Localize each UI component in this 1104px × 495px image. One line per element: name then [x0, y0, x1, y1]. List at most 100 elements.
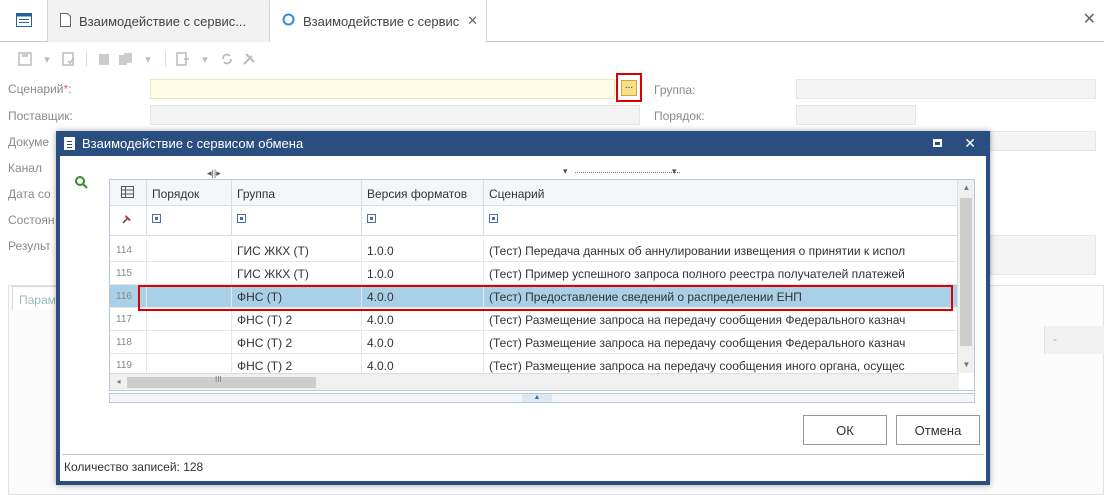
- scenario-grid: Порядок Группа Версия форматов Сценарий …: [109, 179, 975, 391]
- column-header-group[interactable]: Группа: [232, 180, 362, 205]
- filter-scenario[interactable]: [484, 206, 959, 235]
- version-cell: 4.0.0: [362, 308, 484, 331]
- dropdown-arrow-icon[interactable]: ▾: [38, 50, 56, 68]
- column-drag-line: [575, 172, 680, 173]
- scenario-field[interactable]: [150, 79, 615, 99]
- order-cell: [147, 285, 232, 308]
- scenario-cell: (Тест) Размещение запроса на передачу со…: [489, 313, 906, 327]
- table-row[interactable]: 114 ГИС ЖКХ (Т) 1.0.0 (Тест) Передача данны…: [110, 239, 959, 262]
- group-label: Группа:: [654, 83, 696, 97]
- save-close-icon[interactable]: [60, 50, 78, 68]
- order-field[interactable]: [796, 105, 916, 125]
- grid-collapse-bar: ▲: [109, 393, 975, 403]
- group-cell: ФНС (Т) 2: [232, 308, 362, 331]
- scenario-select-button[interactable]: ...: [621, 79, 637, 96]
- result-field[interactable]: [990, 235, 1096, 275]
- tab-interaction-2[interactable]: Взаимодействие с сервис ✕: [270, 0, 487, 43]
- document-field[interactable]: [990, 131, 1096, 151]
- close-tab-icon[interactable]: ✕: [467, 13, 478, 29]
- row-number-cell: 116: [110, 285, 147, 308]
- tools-icon[interactable]: [240, 50, 258, 68]
- maximize-icon[interactable]: [933, 139, 942, 147]
- table-row[interactable]: 116 ФНС (Т) 4.0.0 (Тест) Предоставление све…: [110, 285, 959, 308]
- channel-label: Канал: [8, 161, 42, 175]
- scenario-cell: (Тест) Пример успешного запроса полного …: [489, 267, 905, 281]
- filter-checkbox[interactable]: [152, 214, 161, 223]
- column-drag-marker: ▾: [672, 166, 676, 176]
- clear-filter-icon[interactable]: [110, 206, 147, 235]
- dropdown-arrow-icon[interactable]: ▾: [196, 50, 214, 68]
- tab-label: Взаимодействие с сервис: [303, 13, 460, 29]
- order-label: Порядок:: [654, 109, 705, 123]
- version-cell: 1.0.0: [362, 262, 484, 285]
- group-cell: ФНС (Т) 2: [232, 331, 362, 354]
- scroll-down-icon[interactable]: ▼: [958, 357, 974, 373]
- filter-checkbox[interactable]: [237, 214, 246, 223]
- date-label: Дата со: [8, 187, 51, 201]
- dialog-list-icon: [64, 137, 75, 150]
- group-field[interactable]: [796, 79, 1096, 99]
- column-header-order[interactable]: Порядок: [147, 180, 232, 205]
- table-row[interactable]: 117 ФНС (Т) 2 4.0.0 (Тест) Размещение запро…: [110, 308, 959, 331]
- filter-order[interactable]: [147, 206, 232, 235]
- column-drag-marker: ▾: [563, 166, 567, 176]
- supplier-field[interactable]: [150, 105, 640, 125]
- dialog-close-icon[interactable]: ✕: [964, 135, 976, 152]
- scroll-left-icon[interactable]: ◂: [110, 374, 127, 390]
- order-cell: [147, 262, 232, 285]
- cancel-button[interactable]: Отмена: [896, 415, 980, 445]
- column-header-version[interactable]: Версия форматов: [362, 180, 484, 205]
- column-chooser-icon[interactable]: [110, 180, 147, 205]
- scroll-up-icon[interactable]: ▲: [958, 180, 974, 196]
- search-refresh-icon[interactable]: [74, 175, 88, 192]
- order-cell: [147, 331, 232, 354]
- close-window-icon[interactable]: ✕: [1083, 9, 1096, 29]
- scenario-cell: (Тест) Размещение запроса на передачу со…: [489, 336, 906, 350]
- row-number-cell: 114: [110, 239, 147, 262]
- filter-checkbox[interactable]: [489, 214, 498, 223]
- dialog-title-bar[interactable]: Взаимодействие с сервисом обмена: [56, 131, 990, 156]
- filter-version[interactable]: [362, 206, 484, 235]
- toolbar: ▾ ▾ ▾: [0, 44, 300, 74]
- horizontal-scrollbar[interactable]: ◂ III: [110, 373, 959, 390]
- state-label: Состоян: [8, 213, 55, 227]
- table-row[interactable]: 118 ФНС (Т) 2 4.0.0 (Тест) Размещение запро…: [110, 331, 959, 354]
- grid-filter-row: [110, 206, 959, 236]
- record-count-status: Количество записей: 128: [62, 454, 984, 479]
- filter-checkbox[interactable]: [367, 214, 376, 223]
- column-header-scenario[interactable]: Сценарий: [484, 180, 959, 205]
- export-icon[interactable]: [174, 50, 192, 68]
- horizontal-scroll-thumb[interactable]: III: [127, 375, 316, 388]
- list-icon: [15, 12, 32, 30]
- save-icon[interactable]: [16, 50, 34, 68]
- scroll-grip: III: [215, 375, 222, 384]
- supplier-label: Поставщик:: [8, 109, 73, 123]
- tab-home[interactable]: [0, 0, 48, 42]
- collapse-up-icon[interactable]: ▲: [522, 394, 552, 402]
- row-number-cell: 117: [110, 308, 147, 331]
- toolbar-separator: [165, 51, 166, 67]
- document-icon: [60, 12, 71, 30]
- params-column-header: -: [1044, 326, 1104, 354]
- refresh-icon[interactable]: [218, 50, 236, 68]
- tab-bar: Взаимодействие с сервис... Взаимодействи…: [0, 0, 1104, 43]
- tab-interaction-1[interactable]: Взаимодействие с сервис...: [48, 0, 270, 42]
- copy-icon[interactable]: [95, 50, 113, 68]
- group-cell: ФНС (Т): [232, 285, 362, 308]
- row-number-cell: 115: [110, 262, 147, 285]
- version-cell: 4.0.0: [362, 331, 484, 354]
- row-indicator-icon: [138, 292, 140, 301]
- tab-label: Взаимодействие с сервис...: [79, 13, 247, 29]
- ok-button[interactable]: ОК: [803, 415, 887, 445]
- paste-icon[interactable]: [117, 50, 135, 68]
- dialog-title: Взаимодействие с сервисом обмена: [82, 136, 304, 151]
- dropdown-arrow-icon[interactable]: ▾: [139, 50, 157, 68]
- table-row[interactable]: 115 ГИС ЖКХ (Т) 1.0.0 (Тест) Пример успешно…: [110, 262, 959, 285]
- vertical-scroll-thumb[interactable]: [960, 198, 972, 346]
- filter-group[interactable]: [232, 206, 362, 235]
- scenario-cell: (Тест) Передача данных об аннулировании …: [489, 244, 906, 258]
- result-label: Результ: [8, 239, 51, 253]
- vertical-scrollbar[interactable]: ▲ ▼: [957, 180, 974, 373]
- order-cell: [147, 308, 232, 331]
- version-cell: 4.0.0: [362, 285, 484, 308]
